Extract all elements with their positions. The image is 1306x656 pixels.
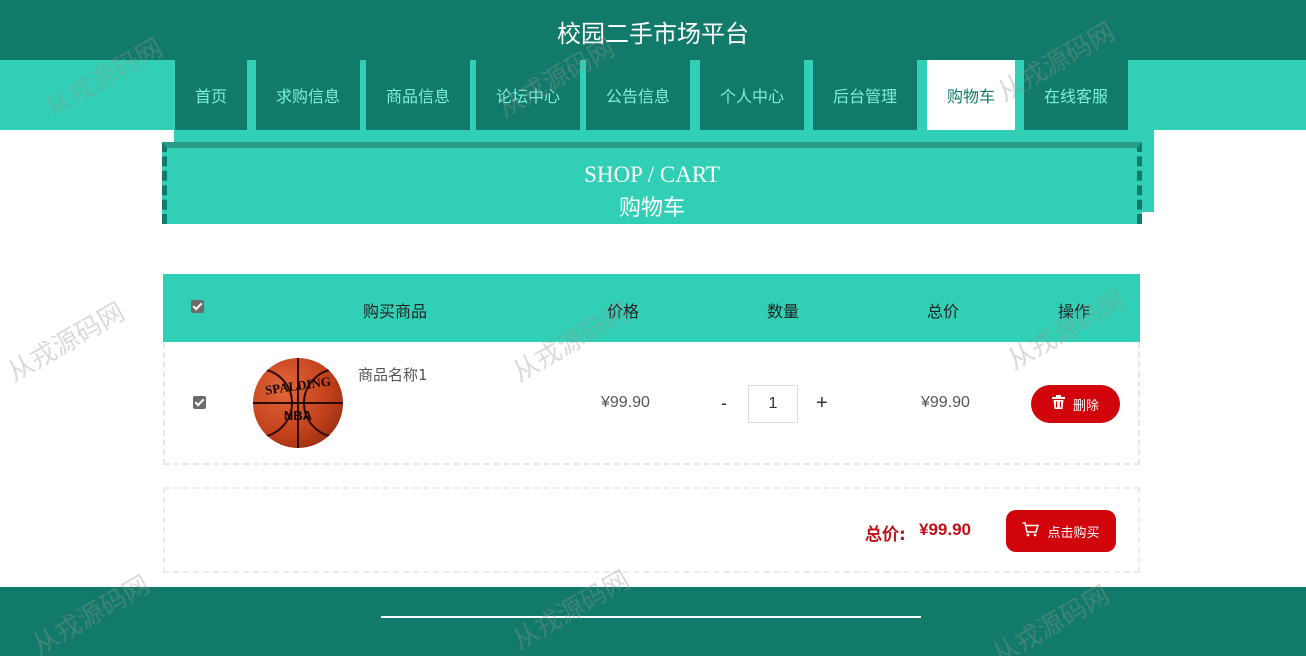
nav-item-personal-center[interactable]: 个人中心 — [700, 60, 804, 130]
buy-button-label: 点击购买 — [1047, 525, 1100, 541]
column-price: 价格 — [607, 302, 640, 321]
nav-item-home[interactable]: 首页 — [175, 60, 247, 130]
quantity-input[interactable] — [748, 385, 798, 423]
total-label: 总价: — [865, 525, 906, 545]
page-banner: SHOP / CART 购物车 — [162, 142, 1142, 224]
item-subtotal: ¥99.90 — [921, 394, 970, 411]
column-total: 总价 — [927, 302, 960, 321]
site-title: 校园二手市场平台 — [557, 20, 749, 48]
quantity-increase-button[interactable]: + — [816, 392, 828, 415]
delete-button[interactable]: 删除 — [1031, 385, 1120, 423]
nav-item-cart[interactable]: 购物车 — [927, 60, 1015, 130]
product-name[interactable]: 商品名称1 — [358, 364, 428, 385]
nav-item-announcements[interactable]: 公告信息 — [586, 60, 690, 130]
cart-table-header: 购买商品 价格 数量 总价 操作 — [163, 274, 1140, 342]
column-quantity: 数量 — [767, 302, 800, 321]
select-all-checkbox[interactable] — [191, 300, 204, 313]
nav-item-online-service[interactable]: 在线客服 — [1024, 60, 1128, 130]
trash-icon — [1051, 395, 1065, 413]
cart-item-row: SPALDING NBA 商品名称1 ¥99.90 - + ¥99.90 删除 — [163, 342, 1140, 465]
total-value: ¥99.90 — [919, 520, 971, 539]
cart-summary: 总价: ¥99.90 点击购买 — [163, 487, 1140, 573]
product-image-league-text: NBA — [283, 408, 313, 423]
nav-item-forum[interactable]: 论坛中心 — [476, 60, 580, 130]
column-actions: 操作 — [1058, 302, 1091, 321]
top-header-bar: 校园二手市场平台 — [0, 0, 1306, 60]
product-price: ¥99.90 — [601, 394, 650, 411]
watermark: 从戎源码网 — [2, 297, 131, 389]
item-checkbox[interactable] — [193, 396, 206, 409]
delete-button-label: 删除 — [1072, 398, 1099, 414]
nav-item-product-info[interactable]: 商品信息 — [366, 60, 470, 130]
nav-item-admin[interactable]: 后台管理 — [813, 60, 917, 130]
quantity-decrease-button[interactable]: - — [721, 393, 727, 414]
buy-button[interactable]: 点击购买 — [1006, 510, 1116, 552]
product-image[interactable]: SPALDING NBA — [253, 358, 343, 448]
footer-divider — [381, 616, 921, 618]
page-footer — [0, 587, 1306, 656]
banner-title-en: SHOP / CART — [584, 162, 720, 187]
cart-icon — [1022, 521, 1040, 541]
banner-title-cn: 购物车 — [618, 196, 685, 221]
nav-item-wanted-info[interactable]: 求购信息 — [256, 60, 360, 130]
column-product: 购买商品 — [363, 302, 428, 321]
